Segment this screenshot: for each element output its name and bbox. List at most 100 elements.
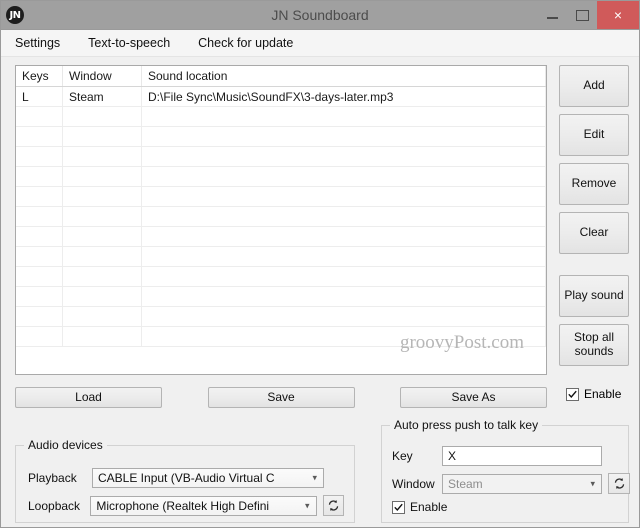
window-controls: × [537,1,639,29]
loopback-row: Loopback Microphone (Realtek High Defini… [28,495,344,516]
cell-empty [142,147,546,167]
refresh-window-list-button[interactable] [608,473,630,494]
edit-button[interactable]: Edit [559,114,629,156]
main-enable-checkbox[interactable]: Enable [566,387,621,401]
refresh-icon [327,499,340,512]
refresh-audio-devices-button[interactable] [323,495,344,516]
cell-empty [142,287,546,307]
cell-empty [142,267,546,287]
playback-select[interactable]: CABLE Input (VB-Audio Virtual C ▾ [92,468,324,488]
table-row-empty[interactable] [16,287,546,307]
checkmark-icon [568,390,577,399]
menu-item-settings[interactable]: Settings [15,36,60,50]
ptt-enable-checkbox[interactable]: Enable [392,500,447,514]
table-row-empty[interactable] [16,187,546,207]
ptt-key-input[interactable]: X [442,446,602,466]
maximize-icon [576,10,589,21]
cell-empty [63,327,142,347]
playback-label: Playback [28,471,92,485]
cell-window: Steam [63,87,142,107]
cell-empty [142,327,546,347]
table-row[interactable]: LSteamD:\File Sync\Music\SoundFX\3-days-… [16,87,546,107]
playback-row: Playback CABLE Input (VB-Audio Virtual C… [28,468,344,488]
table-header-row: Keys Window Sound location [16,66,546,87]
table-row-empty[interactable] [16,247,546,267]
close-button[interactable]: × [597,1,639,29]
checkbox-box[interactable] [566,388,579,401]
play-sound-button[interactable]: Play sound [559,275,629,317]
column-header-sound-location[interactable]: Sound location [142,66,546,87]
ptt-window-select-value: Steam [448,477,483,491]
cell-sound-location: D:\File Sync\Music\SoundFX\3-days-later.… [142,87,546,107]
ptt-key-row: Key X [392,446,602,466]
table-row-empty[interactable] [16,147,546,167]
cell-empty [16,307,63,327]
save-as-button[interactable]: Save As [400,387,547,408]
cell-empty [142,307,546,327]
ptt-window-select[interactable]: Steam ▾ [442,474,602,494]
cell-empty [16,227,63,247]
cell-empty [63,287,142,307]
cell-keys: L [16,87,63,107]
cell-empty [142,187,546,207]
sound-list[interactable]: Keys Window Sound location LSteamD:\File… [15,65,547,375]
cell-empty [16,267,63,287]
cell-empty [63,147,142,167]
clear-button[interactable]: Clear [559,212,629,254]
table-row-empty[interactable] [16,107,546,127]
cell-empty [63,267,142,287]
loopback-select-value: Microphone (Realtek High Defini [96,499,269,513]
cell-empty [63,207,142,227]
audio-devices-title: Audio devices [24,438,107,452]
table-row-empty[interactable] [16,127,546,147]
playback-select-value: CABLE Input (VB-Audio Virtual C [98,471,275,485]
cell-empty [142,167,546,187]
cell-empty [142,207,546,227]
remove-button[interactable]: Remove [559,163,629,205]
table-body: LSteamD:\File Sync\Music\SoundFX\3-days-… [16,87,546,347]
maximize-button[interactable] [567,1,597,29]
menu-item-text-to-speech[interactable]: Text-to-speech [88,36,170,50]
ptt-key-label: Key [392,449,442,463]
cell-empty [142,127,546,147]
chevron-down-icon: ▾ [312,473,317,484]
checkbox-box[interactable] [392,501,405,514]
column-header-keys[interactable]: Keys [16,66,63,87]
stop-all-sounds-button[interactable]: Stop all sounds [559,324,629,366]
cell-empty [63,247,142,267]
table-row-empty[interactable] [16,207,546,227]
cell-empty [16,327,63,347]
menu-item-check-for-update[interactable]: Check for update [198,36,293,50]
table-row-empty[interactable] [16,307,546,327]
load-button[interactable]: Load [15,387,162,408]
table-row-empty[interactable] [16,167,546,187]
title-bar: JN JN Soundboard × [1,1,639,30]
checkmark-icon [394,503,403,512]
table-row-empty[interactable] [16,327,546,347]
refresh-icon [613,477,626,490]
app-icon: JN [6,6,24,24]
ptt-enable-label: Enable [410,500,447,514]
minimize-button[interactable] [537,1,567,29]
cell-empty [142,227,546,247]
cell-empty [63,167,142,187]
menu-bar: Settings Text-to-speech Check for update [1,30,639,57]
cell-empty [16,107,63,127]
push-to-talk-group: Auto press push to talk key Key X Window… [381,425,629,523]
column-header-window[interactable]: Window [63,66,142,87]
save-button[interactable]: Save [208,387,355,408]
sound-list-table: Keys Window Sound location LSteamD:\File… [16,66,546,347]
cell-empty [16,167,63,187]
cell-empty [63,187,142,207]
loopback-select[interactable]: Microphone (Realtek High Defini ▾ [90,496,316,516]
table-row-empty[interactable] [16,227,546,247]
table-row-empty[interactable] [16,267,546,287]
chevron-down-icon: ▾ [305,500,310,511]
add-button[interactable]: Add [559,65,629,107]
cell-empty [63,227,142,247]
loopback-label: Loopback [28,499,90,513]
cell-empty [16,287,63,307]
cell-empty [16,187,63,207]
push-to-talk-title: Auto press push to talk key [390,418,542,432]
cell-empty [63,107,142,127]
